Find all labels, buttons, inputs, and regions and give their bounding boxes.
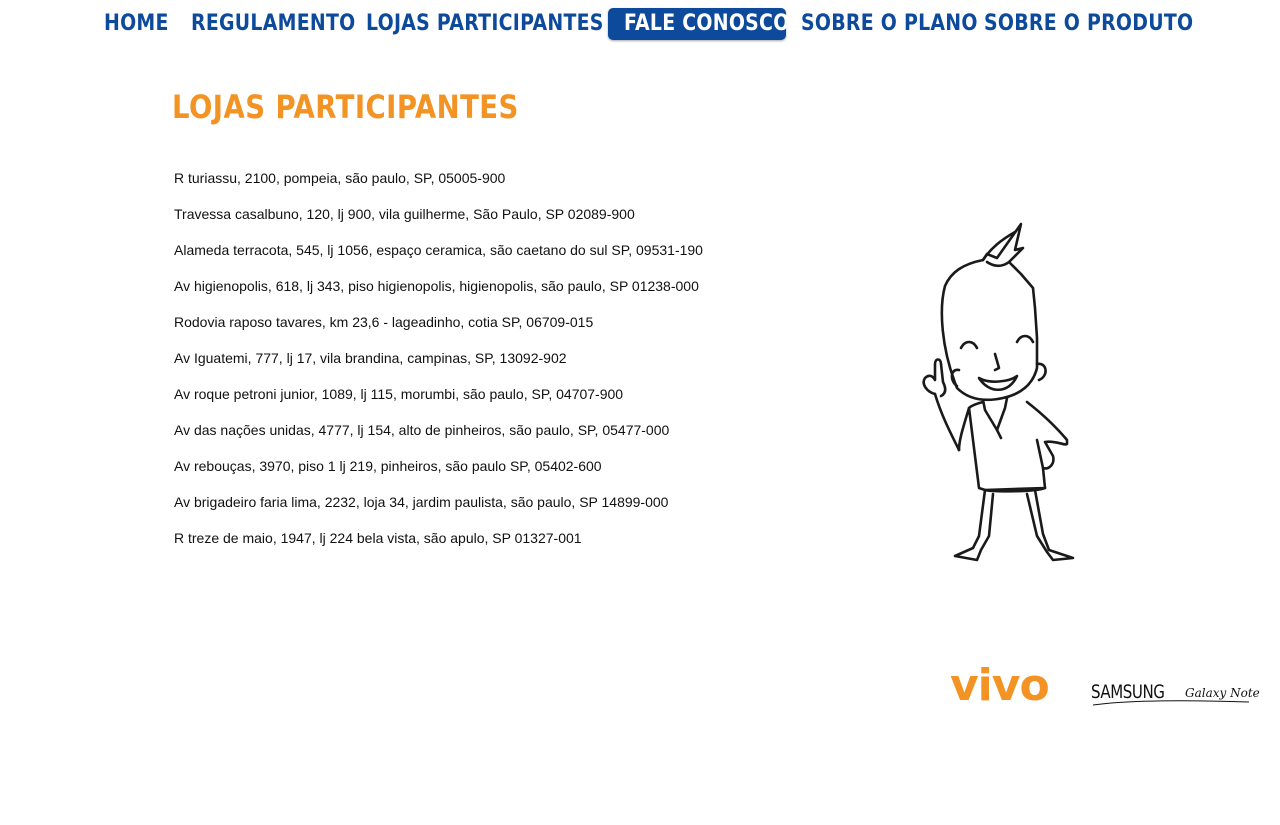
main-nav: HOME REGULAMENTO LOJAS PARTICIPANTES FAL… (0, 7, 1280, 43)
samsung-galaxy-note-logo: SAMSUNG Galaxy Note (1091, 680, 1260, 712)
nav-sobre-o-plano[interactable]: SOBRE O PLANO (801, 8, 978, 40)
vivo-logo: vivo (950, 660, 1050, 711)
store-address: Rodovia raposo tavares, km 23,6 - lagead… (174, 314, 594, 330)
store-address: Travessa casalbuno, 120, lj 900, vila gu… (174, 206, 635, 222)
store-address: R treze de maio, 1947, lj 224 bela vista… (174, 530, 582, 546)
nav-regulamento[interactable]: REGULAMENTO (191, 8, 356, 40)
mascot-illustration (922, 222, 1075, 562)
nav-sobre-o-produto[interactable]: SOBRE O PRODUTO (984, 8, 1193, 40)
samsung-logo-swoosh (1092, 700, 1250, 706)
store-address: Av rebouças, 3970, piso 1 lj 219, pinhei… (174, 458, 602, 474)
store-address: Av das nações unidas, 4777, lj 154, alto… (174, 422, 670, 438)
store-list: R turiassu, 2100, pompeia, são paulo, SP… (174, 168, 703, 564)
nav-lojas-participantes[interactable]: LOJAS PARTICIPANTES (366, 8, 604, 40)
nav-fale-conosco[interactable]: FALE CONOSCO (624, 8, 790, 40)
store-address: Av roque petroni junior, 1089, lj 115, m… (174, 386, 624, 402)
page-title: LOJAS PARTICIPANTES (172, 88, 519, 126)
nav-home[interactable]: HOME (104, 8, 169, 40)
store-address: Alameda terracota, 545, lj 1056, espaço … (174, 242, 703, 258)
store-address: Av higienopolis, 618, lj 343, piso higie… (174, 278, 699, 294)
store-address: Av Iguatemi, 777, lj 17, vila brandina, … (174, 350, 567, 366)
store-address: Av brigadeiro faria lima, 2232, loja 34,… (174, 494, 669, 510)
store-address: R turiassu, 2100, pompeia, são paulo, SP… (174, 170, 506, 186)
